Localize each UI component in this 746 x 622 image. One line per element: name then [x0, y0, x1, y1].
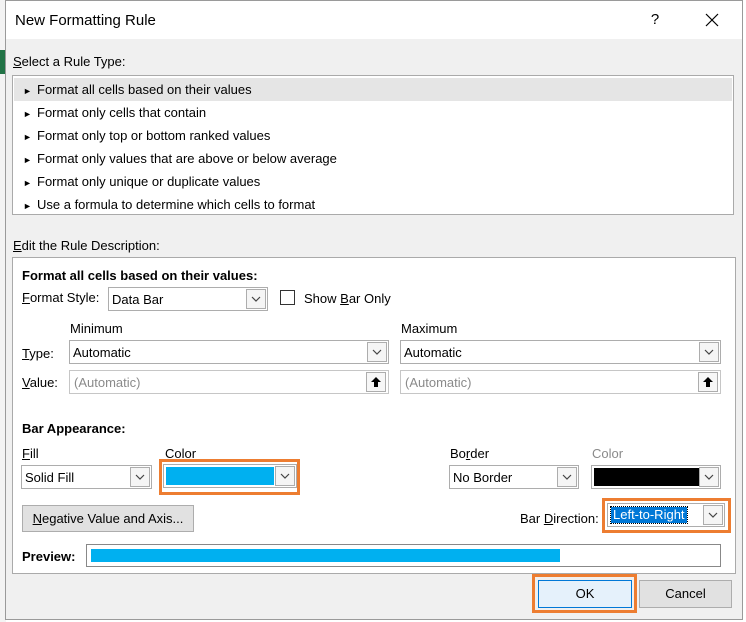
negative-value-axis-button[interactable]: Negative Value and Axis...: [22, 505, 194, 532]
rule-type-item-label: Format only unique or duplicate values: [37, 174, 261, 189]
format-style-label: Format Style:: [22, 290, 100, 305]
bar-direction-value: Left-to-Right: [610, 506, 688, 524]
minimum-value-text: (Automatic): [74, 375, 141, 390]
bar-direction-label: Bar Direction:: [520, 511, 599, 526]
chevron-down-icon: [246, 289, 266, 309]
description-heading: Format all cells based on their values:: [22, 268, 258, 283]
minimum-value-input[interactable]: (Automatic): [69, 370, 389, 394]
format-style-select[interactable]: Data Bar: [108, 287, 268, 311]
close-button[interactable]: [696, 6, 728, 34]
border-label: Border: [450, 446, 490, 461]
rule-type-item[interactable]: ► Format all cells based on their values: [14, 78, 732, 101]
help-button[interactable]: ?: [640, 6, 670, 34]
rule-type-item[interactable]: ► Format only cells that contain: [14, 101, 732, 124]
bar-direction-select[interactable]: Left-to-Right: [607, 503, 725, 527]
pointer-arrow-icon: ►: [23, 132, 32, 142]
show-bar-only-label: Show Bar Only: [304, 291, 391, 306]
rule-type-item-label: Format all cells based on their values: [37, 82, 252, 97]
rule-type-item[interactable]: ► Format only values that are above or be…: [14, 147, 732, 170]
pointer-arrow-icon: ►: [23, 86, 32, 96]
minimum-label: Minimum: [70, 321, 123, 336]
border-color-picker[interactable]: [591, 465, 721, 489]
chevron-down-icon: [703, 505, 723, 525]
chevron-down-icon: [367, 342, 387, 362]
chevron-down-icon: [699, 467, 719, 487]
chevron-down-icon: [557, 467, 577, 487]
border-color-label: Color: [592, 446, 624, 461]
minimum-type-select[interactable]: Automatic: [69, 340, 389, 364]
chevron-down-icon: [130, 467, 150, 487]
fill-color-swatch: [166, 467, 274, 485]
maximum-value-input[interactable]: (Automatic): [400, 370, 721, 394]
rule-type-item[interactable]: ► Format only unique or duplicate values: [14, 170, 732, 193]
rule-type-label: Select a Rule Type:: [13, 54, 126, 69]
fill-select[interactable]: Solid Fill: [21, 465, 152, 489]
pointer-arrow-icon: ►: [23, 178, 32, 188]
border-color-swatch: [594, 468, 699, 486]
border-select[interactable]: No Border: [449, 465, 579, 489]
pointer-arrow-icon: ►: [23, 201, 32, 211]
close-icon: [705, 13, 719, 27]
chevron-down-icon: [275, 466, 295, 486]
rule-type-item-label: Format only values that are above or bel…: [37, 151, 337, 166]
rule-type-item[interactable]: ► Use a formula to determine which cells …: [14, 193, 732, 216]
fill-label: Fill: [22, 446, 39, 461]
maximum-label: Maximum: [401, 321, 458, 336]
dialog-title: New Formatting Rule: [15, 12, 156, 29]
format-style-value: Data Bar: [112, 292, 164, 307]
ok-button[interactable]: OK: [538, 580, 632, 608]
chevron-down-icon: [699, 342, 719, 362]
rule-type-item-label: Use a formula to determine which cells t…: [37, 197, 316, 212]
rule-type-item-label: Format only top or bottom ranked values: [37, 128, 271, 143]
collapse-dialog-icon[interactable]: [698, 372, 718, 392]
show-bar-only-checkbox[interactable]: [280, 290, 295, 305]
rule-type-item-label: Format only cells that contain: [37, 105, 207, 120]
collapse-dialog-icon[interactable]: [366, 372, 386, 392]
preview-data-bar: [91, 549, 560, 562]
border-value: No Border: [453, 470, 513, 485]
cancel-button[interactable]: Cancel: [639, 580, 732, 608]
maximum-value-text: (Automatic): [405, 375, 472, 390]
pointer-arrow-icon: ►: [23, 109, 32, 119]
maximum-type-value: Automatic: [404, 345, 462, 360]
bar-appearance-heading: Bar Appearance:: [22, 421, 126, 436]
rule-type-list: ► Format all cells based on their values ►…: [12, 75, 734, 215]
value-label: Value:: [22, 375, 58, 390]
rule-type-item[interactable]: ► Format only top or bottom ranked values: [14, 124, 732, 147]
type-label: Type:: [22, 346, 54, 361]
minimum-type-value: Automatic: [73, 345, 131, 360]
maximum-type-select[interactable]: Automatic: [400, 340, 721, 364]
fill-color-picker[interactable]: [163, 464, 297, 488]
rule-description-label: Edit the Rule Description:: [13, 238, 160, 253]
fill-value: Solid Fill: [25, 470, 75, 485]
preview-label: Preview:: [22, 549, 76, 564]
preview-box: [86, 544, 721, 567]
pointer-arrow-icon: ►: [23, 155, 32, 165]
